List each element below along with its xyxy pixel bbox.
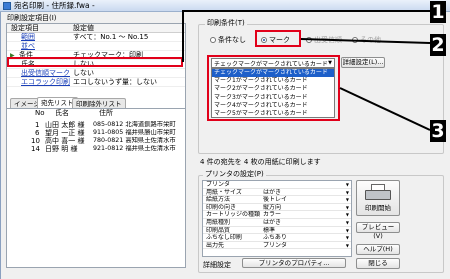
callout-lines (182, 10, 431, 131)
callout-2: 2 (430, 34, 446, 56)
callout-1: 1 (430, 1, 446, 23)
callout-3: 3 (430, 120, 446, 142)
